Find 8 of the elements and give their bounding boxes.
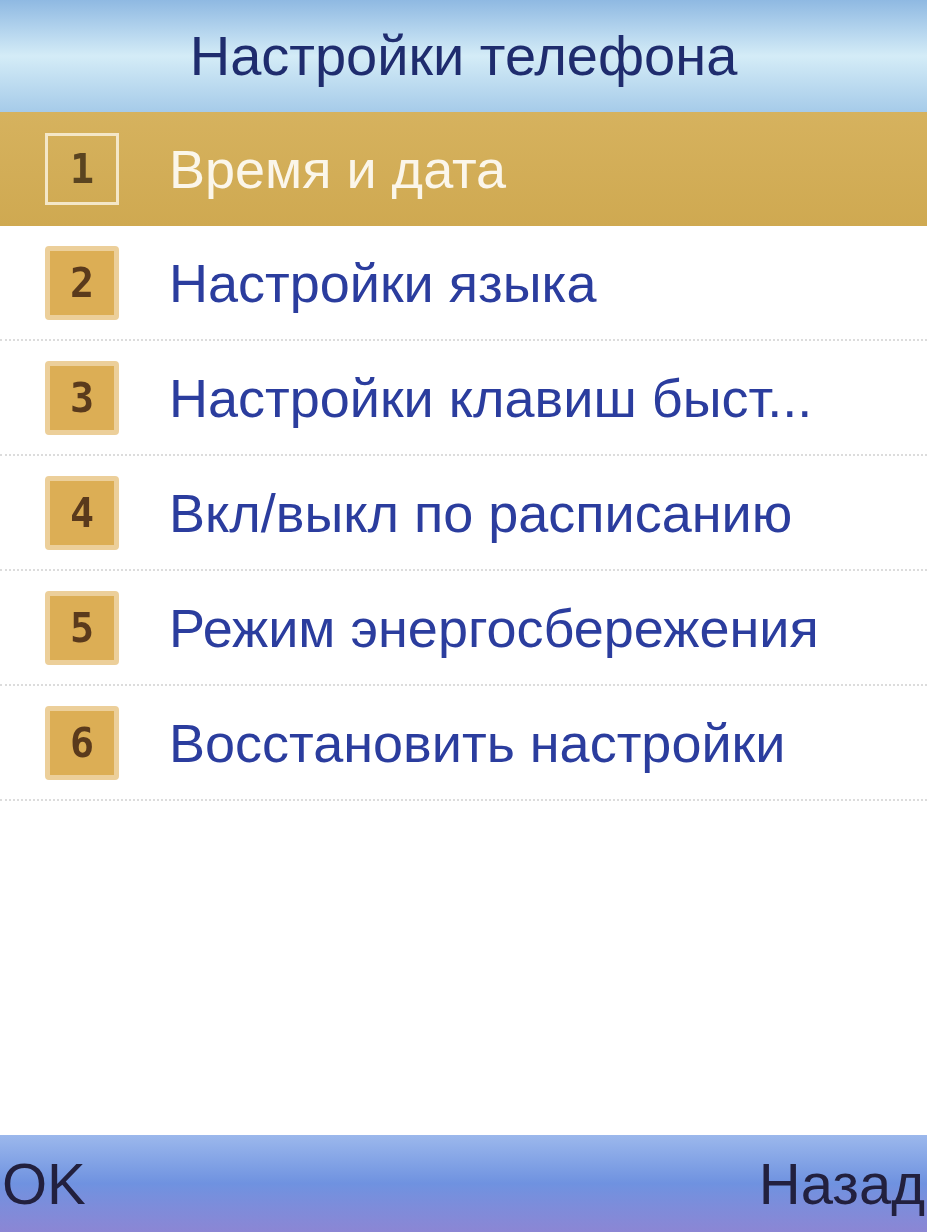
- number-badge: 6: [45, 705, 119, 780]
- number-badge: 1: [45, 133, 119, 205]
- menu-item[interactable]: 1 Время и дата: [0, 112, 927, 226]
- number-badge: 2: [45, 245, 119, 320]
- number-badge: 5: [45, 590, 119, 665]
- ok-softkey[interactable]: OK: [2, 1154, 86, 1213]
- number-badge: 3: [45, 360, 119, 435]
- number-badge: 4: [45, 475, 119, 550]
